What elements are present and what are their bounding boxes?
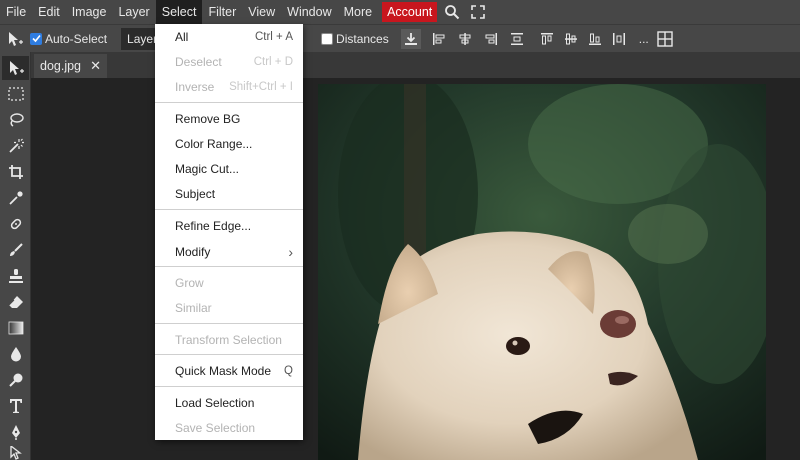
align-center-icon[interactable] [455, 29, 475, 49]
path-select-icon[interactable] [2, 446, 29, 460]
distances-label: Distances [336, 31, 389, 46]
align-bottom-icon[interactable] [585, 29, 605, 49]
menu-edit[interactable]: Edit [32, 0, 66, 24]
select-menu-dropdown: All Ctrl + A Deselect Ctrl + D Inverse S… [155, 24, 303, 440]
menu-item-magic-cut[interactable]: Magic Cut... [155, 157, 303, 181]
text-tool-icon[interactable] [2, 394, 29, 418]
close-tab-icon[interactable]: ✕ [90, 58, 101, 74]
menu-item-remove-bg[interactable]: Remove BG [155, 107, 303, 131]
brush-tool-icon[interactable] [2, 238, 29, 262]
options-bar: Auto-Select Layer Distances ... [0, 24, 800, 52]
distribute-vertical-icon[interactable] [507, 29, 527, 49]
document-tab[interactable]: dog.jpg ✕ [34, 54, 107, 78]
pen-tool-icon[interactable] [2, 420, 29, 444]
menu-item-quick-mask[interactable]: Quick Mask Mode Q [155, 359, 303, 383]
fullscreen-icon[interactable] [467, 0, 489, 24]
dodge-tool-icon[interactable] [2, 368, 29, 392]
search-icon[interactable] [441, 0, 463, 24]
auto-select-label: Auto-Select [45, 31, 108, 46]
grid-icon[interactable] [655, 29, 675, 49]
menu-more[interactable]: More [338, 0, 378, 24]
align-left-icon[interactable] [429, 29, 449, 49]
menu-item-refine-edge[interactable]: Refine Edge... [155, 214, 303, 238]
gradient-tool-icon[interactable] [2, 316, 29, 340]
distribute-horizontal-icon[interactable] [609, 29, 629, 49]
toolbox [0, 52, 31, 460]
menu-file[interactable]: File [0, 0, 32, 24]
menu-item-all[interactable]: All Ctrl + A [155, 25, 303, 49]
document-tab-label: dog.jpg [40, 59, 82, 73]
clone-stamp-icon[interactable] [2, 264, 29, 288]
account-button[interactable]: Account [382, 2, 438, 22]
chevron-right-icon: › [288, 244, 293, 260]
menu-item-save-selection[interactable]: Save Selection [155, 416, 303, 440]
menu-separator [155, 102, 303, 103]
healing-brush-icon[interactable] [2, 212, 29, 236]
menu-separator [155, 354, 303, 355]
move-tool-icon [0, 25, 30, 53]
menu-window[interactable]: Window [281, 0, 337, 24]
menu-item-subject[interactable]: Subject [155, 182, 303, 206]
menu-separator [155, 386, 303, 387]
more-options[interactable]: ... [639, 32, 649, 46]
distances-checkbox[interactable] [321, 32, 334, 45]
move-tool-icon[interactable] [2, 56, 29, 80]
align-middle-icon[interactable] [561, 29, 581, 49]
menu-separator [155, 209, 303, 210]
menu-item-inverse[interactable]: Inverse Shift+Ctrl + I [155, 75, 303, 99]
marquee-tool-icon[interactable] [2, 82, 29, 106]
menu-filter[interactable]: Filter [202, 0, 242, 24]
menubar: File Edit Image Layer Select Filter View… [0, 0, 800, 24]
menu-separator [155, 266, 303, 267]
menu-item-deselect[interactable]: Deselect Ctrl + D [155, 50, 303, 74]
menu-item-grow[interactable]: Grow [155, 271, 303, 295]
document-tabs: dog.jpg ✕ [31, 52, 800, 78]
menu-layer[interactable]: Layer [112, 0, 155, 24]
auto-select-checkbox[interactable] [30, 32, 42, 45]
dog-photo [318, 84, 766, 460]
crop-tool-icon[interactable] [2, 160, 29, 184]
menu-item-transform-selection[interactable]: Transform Selection [155, 328, 303, 352]
menu-image[interactable]: Image [66, 0, 113, 24]
download-icon[interactable] [400, 28, 421, 49]
menu-view[interactable]: View [242, 0, 281, 24]
menu-item-modify[interactable]: Modify › [155, 240, 303, 264]
menu-separator [155, 323, 303, 324]
menu-item-similar[interactable]: Similar [155, 296, 303, 320]
align-right-icon[interactable] [481, 29, 501, 49]
menu-item-load-selection[interactable]: Load Selection [155, 391, 303, 415]
image-canvas[interactable] [318, 84, 766, 460]
magic-wand-icon[interactable] [2, 134, 29, 158]
menu-select[interactable]: Select [155, 0, 203, 24]
menu-item-color-range[interactable]: Color Range... [155, 132, 303, 156]
align-top-icon[interactable] [537, 29, 557, 49]
eraser-tool-icon[interactable] [2, 290, 29, 314]
blur-tool-icon[interactable] [2, 342, 29, 366]
lasso-tool-icon[interactable] [2, 108, 29, 132]
eyedropper-tool-icon[interactable] [2, 186, 29, 210]
